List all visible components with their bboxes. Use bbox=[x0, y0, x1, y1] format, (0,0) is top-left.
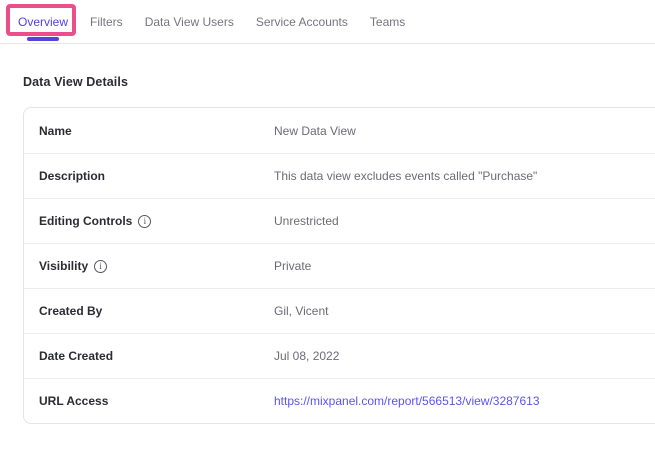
main-content: Data View Details Name New Data View Des… bbox=[0, 44, 655, 424]
tab-filters-label: Filters bbox=[90, 15, 123, 29]
page-title: Data View Details bbox=[23, 75, 655, 89]
row-label-text: Editing Controls bbox=[39, 214, 132, 228]
row-value-description: This data view excludes events called "P… bbox=[274, 169, 537, 183]
tab-service-accounts[interactable]: Service Accounts bbox=[245, 0, 359, 43]
table-row-visibility: Visibility i Private bbox=[24, 243, 655, 288]
tab-overview-label: Overview bbox=[18, 15, 68, 29]
row-label-description: Description bbox=[24, 169, 274, 183]
table-row-name: Name New Data View bbox=[24, 108, 655, 153]
tab-bar: Overview Filters Data View Users Service… bbox=[0, 0, 655, 44]
table-row-description: Description This data view excludes even… bbox=[24, 153, 655, 198]
table-row-created-by: Created By Gil, Vicent bbox=[24, 288, 655, 333]
row-value-editing-controls: Unrestricted bbox=[274, 214, 339, 228]
row-value-name: New Data View bbox=[274, 124, 356, 138]
table-row-date-created: Date Created Jul 08, 2022 bbox=[24, 333, 655, 378]
row-value-url-access: https://mixpanel.com/report/566513/view/… bbox=[274, 394, 540, 408]
table-row-url-access: URL Access https://mixpanel.com/report/5… bbox=[24, 378, 655, 423]
row-value-visibility: Private bbox=[274, 259, 311, 273]
row-value-created-by: Gil, Vicent bbox=[274, 304, 328, 318]
tab-service-accounts-label: Service Accounts bbox=[256, 15, 348, 29]
info-icon[interactable]: i bbox=[94, 260, 107, 273]
info-icon[interactable]: i bbox=[138, 215, 151, 228]
row-label-text: Name bbox=[39, 124, 72, 138]
row-label-created-by: Created By bbox=[24, 304, 274, 318]
row-label-text: URL Access bbox=[39, 394, 108, 408]
tab-teams-label: Teams bbox=[370, 15, 405, 29]
table-row-editing-controls: Editing Controls i Unrestricted bbox=[24, 198, 655, 243]
row-label-visibility: Visibility i bbox=[24, 259, 274, 273]
row-label-text: Created By bbox=[39, 304, 102, 318]
row-label-text: Date Created bbox=[39, 349, 113, 363]
row-label-name: Name bbox=[24, 124, 274, 138]
tab-data-view-users[interactable]: Data View Users bbox=[134, 0, 245, 43]
row-label-date-created: Date Created bbox=[24, 349, 274, 363]
url-access-link[interactable]: https://mixpanel.com/report/566513/view/… bbox=[274, 394, 540, 408]
row-label-url-access: URL Access bbox=[24, 394, 274, 408]
tab-filters[interactable]: Filters bbox=[79, 0, 134, 43]
tab-teams[interactable]: Teams bbox=[359, 0, 416, 43]
row-label-text: Visibility bbox=[39, 259, 88, 273]
tab-overview[interactable]: Overview bbox=[7, 0, 79, 43]
data-view-details-card: Name New Data View Description This data… bbox=[23, 107, 655, 424]
row-label-text: Description bbox=[39, 169, 105, 183]
row-value-date-created: Jul 08, 2022 bbox=[274, 349, 339, 363]
row-label-editing-controls: Editing Controls i bbox=[24, 214, 274, 228]
tab-data-view-users-label: Data View Users bbox=[145, 15, 234, 29]
